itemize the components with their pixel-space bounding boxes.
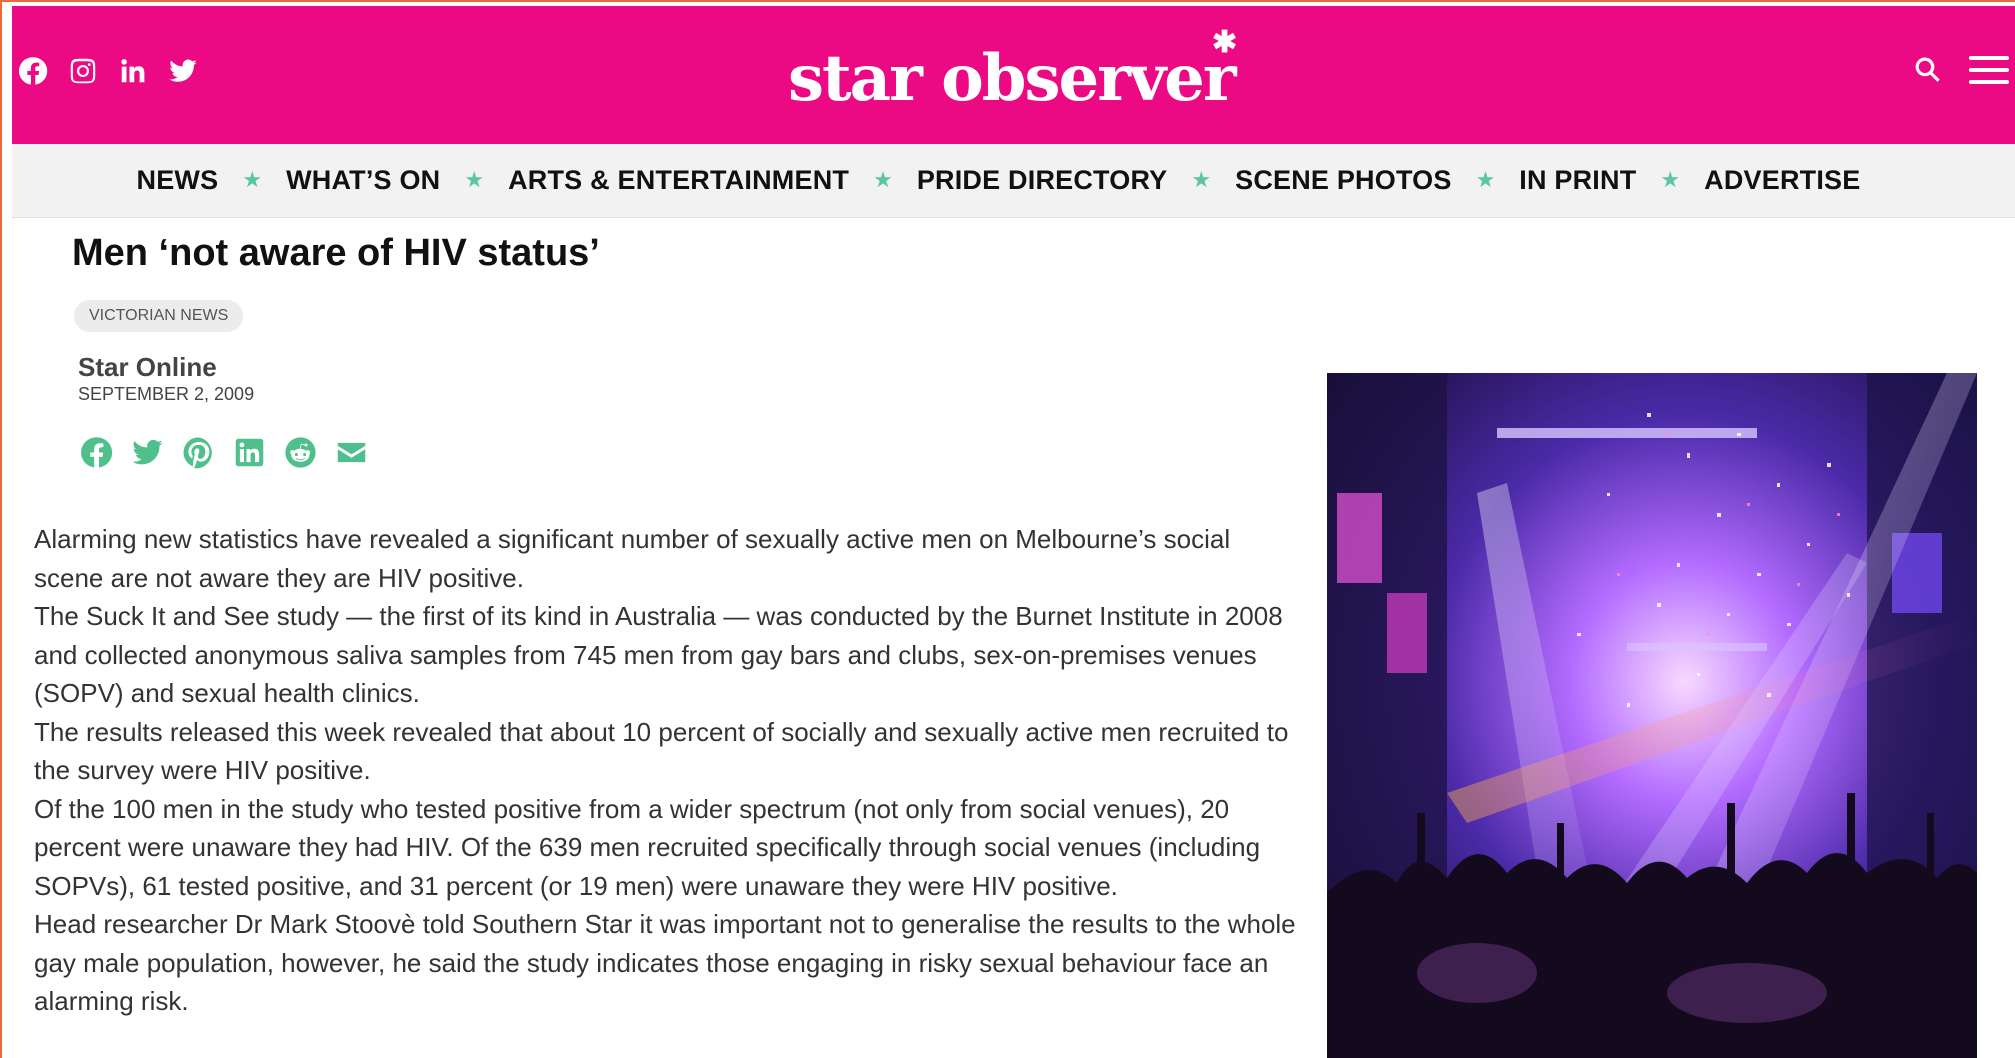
share-facebook-icon[interactable]	[80, 436, 113, 469]
concert-scene-image	[1327, 373, 1977, 1058]
nav-separator-star-icon: ★	[873, 168, 893, 193]
article-image[interactable]	[1327, 373, 1977, 1058]
share-pinterest-icon[interactable]	[182, 436, 215, 469]
nav-item-whats-on[interactable]: WHAT’S ON	[286, 165, 440, 196]
share-twitter-icon[interactable]	[131, 436, 164, 469]
menu-icon[interactable]	[1969, 54, 2009, 86]
logo-star-icon: ✱	[1212, 25, 1237, 60]
article-body: Alarming new statistics have revealed a …	[34, 520, 1296, 1021]
article-paragraph: Alarming new statistics have revealed a …	[34, 524, 1231, 593]
nav-item-pride-directory[interactable]: PRIDE DIRECTORY	[917, 165, 1168, 196]
share-linkedin-icon[interactable]	[233, 436, 266, 469]
twitter-icon[interactable]	[168, 56, 198, 86]
site-logo[interactable]: star observer ✱	[788, 28, 1248, 124]
main-nav: NEWS ★ WHAT’S ON ★ ARTS & ENTERTAINMENT …	[12, 144, 2015, 218]
article-paragraph: Head researcher Dr Mark Stoovè told Sout…	[34, 909, 1296, 1016]
nav-separator-star-icon: ★	[464, 168, 485, 193]
logo-text: star observer	[788, 41, 1237, 116]
nav-separator-star-icon: ★	[1660, 168, 1681, 193]
article-title: Men ‘not aware of HIV status’	[72, 232, 600, 274]
nav-separator-star-icon: ★	[1475, 168, 1496, 193]
article-author[interactable]: Star Online	[78, 352, 217, 383]
instagram-icon[interactable]	[68, 56, 98, 86]
search-icon[interactable]	[1913, 55, 1943, 85]
facebook-icon[interactable]	[18, 56, 48, 86]
nav-list: NEWS ★ WHAT’S ON ★ ARTS & ENTERTAINMENT …	[137, 165, 1861, 196]
nav-item-in-print[interactable]: IN PRINT	[1519, 165, 1636, 196]
category-tag[interactable]: VICTORIAN NEWS	[74, 300, 244, 332]
share-buttons	[80, 436, 368, 469]
article-paragraph: The Suck It and See study — the first of…	[34, 601, 1283, 708]
header-actions	[1913, 54, 2009, 86]
article-paragraph: Of the 100 men in the study who tested p…	[34, 793, 1261, 901]
nav-item-advertise[interactable]: ADVERTISE	[1704, 165, 1860, 196]
site-header: star observer ✱	[12, 6, 2015, 144]
share-email-icon[interactable]	[335, 436, 368, 469]
article-date: SEPTEMBER 2, 2009	[78, 384, 255, 404]
nav-item-news[interactable]: NEWS	[137, 165, 219, 196]
linkedin-icon[interactable]	[118, 56, 148, 86]
nav-separator-star-icon: ★	[1191, 168, 1212, 193]
article-paragraph: The results released this week revealed …	[34, 716, 1289, 786]
nav-item-arts-entertainment[interactable]: ARTS & ENTERTAINMENT	[508, 165, 849, 196]
social-links	[18, 56, 198, 86]
nav-item-scene-photos[interactable]: SCENE PHOTOS	[1235, 165, 1451, 196]
share-reddit-icon[interactable]	[284, 436, 317, 469]
nav-separator-star-icon: ★	[242, 168, 263, 193]
